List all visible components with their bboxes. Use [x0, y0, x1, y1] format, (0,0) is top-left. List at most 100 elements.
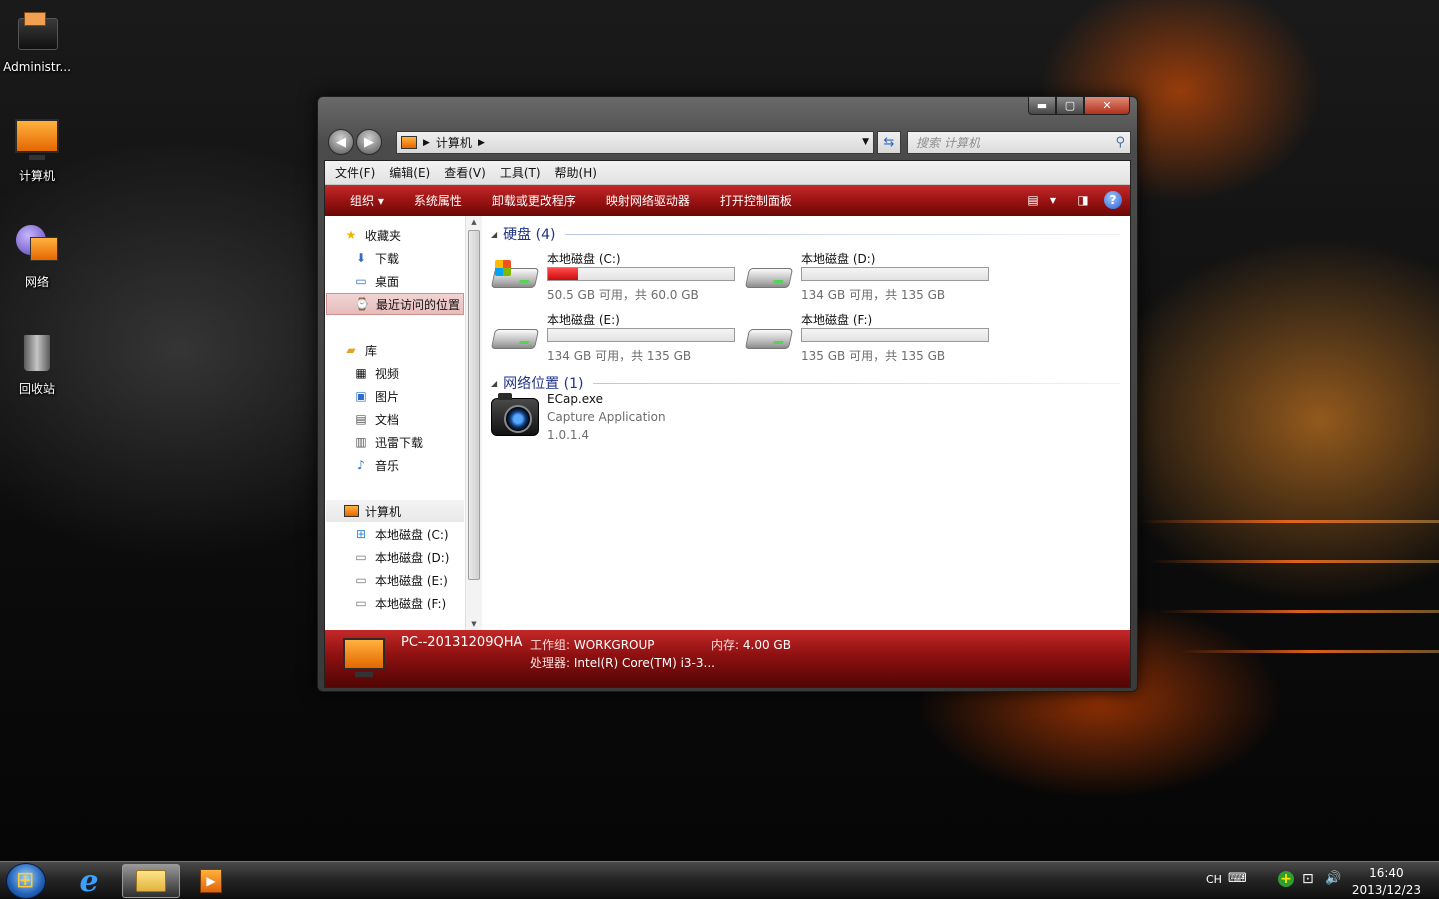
- nav-recent-places[interactable]: ⌚ 最近访问的位置: [326, 293, 464, 315]
- collapse-icon[interactable]: ◢: [491, 379, 497, 388]
- minimize-button[interactable]: ▬: [1028, 97, 1056, 115]
- menu-edit[interactable]: 编辑(E): [383, 164, 436, 181]
- computer-icon: [343, 503, 359, 519]
- volume-icon[interactable]: 🔊: [1325, 871, 1341, 886]
- address-location[interactable]: 计算机: [436, 134, 472, 151]
- scrollbar-thumb[interactable]: [468, 230, 480, 580]
- address-bar[interactable]: ▶ 计算机 ▶ ▼: [396, 131, 874, 154]
- divider: [593, 382, 1120, 384]
- menu-view[interactable]: 查看(V): [438, 164, 492, 181]
- nav-documents-label: 文档: [375, 412, 400, 427]
- nav-drive-f-label: 本地磁盘 (F:): [375, 596, 447, 611]
- drive-usage-bar: [801, 328, 989, 342]
- collapse-icon[interactable]: ◢: [491, 230, 497, 239]
- nav-drive-d[interactable]: ▭ 本地磁盘 (D:): [353, 546, 449, 568]
- nav-libraries[interactable]: ▰ 库: [343, 339, 377, 361]
- nav-thunder-label: 迅雷下载: [375, 435, 424, 450]
- menu-help[interactable]: 帮助(H): [549, 164, 603, 181]
- drive-f[interactable]: 本地磁盘 (F:) 135 GB 可用，共 135 GB: [744, 311, 995, 367]
- refresh-button[interactable]: ⇆: [877, 131, 901, 154]
- menu-file[interactable]: 文件(F): [329, 164, 381, 181]
- nav-thunder-downloads[interactable]: ▥ 迅雷下载: [353, 431, 423, 453]
- nav-libraries-label: 库: [365, 343, 378, 358]
- nav-drive-e[interactable]: ▭ 本地磁盘 (E:): [353, 569, 447, 591]
- system-clock[interactable]: 16:40 2013/12/23: [1352, 865, 1421, 899]
- network-item-ecap[interactable]: ECap.exe Capture Application 1.0.1.4: [491, 392, 741, 452]
- explorer-window[interactable]: ▬ ▢ ✕ ◀ ▶ ▶ 计算机 ▶ ▼ ⇆ 搜索 计算机 ⚲ 文件(F) 编辑(…: [317, 96, 1138, 692]
- open-control-panel-button[interactable]: 打开控制面板: [705, 192, 807, 209]
- computer-icon: [401, 136, 417, 149]
- nav-videos[interactable]: ▦ 视频: [353, 362, 399, 384]
- organize-button[interactable]: 组织 ▾: [335, 192, 399, 209]
- details-pane: PC--20131209QHA 工作组: WORKGROUP 内存: 4.00 …: [325, 630, 1130, 687]
- maximize-button[interactable]: ▢: [1056, 97, 1084, 115]
- drive-d[interactable]: 本地磁盘 (D:) 134 GB 可用，共 135 GB: [744, 250, 995, 306]
- chevron-down-icon[interactable]: ▼: [1044, 191, 1062, 209]
- keyboard-icon[interactable]: ⌨: [1228, 871, 1247, 886]
- taskbar: e ▶ CH ⌨ + ⊡ 🔊 16:40 2013/12/23: [0, 861, 1439, 899]
- view-options-icon[interactable]: ▤: [1024, 191, 1042, 209]
- drive-name: 本地磁盘 (C:): [547, 252, 621, 266]
- nav-drive-c-label: 本地磁盘 (C:): [375, 527, 449, 542]
- command-bar: 组织 ▾ 系统属性 卸载或更改程序 映射网络驱动器 打开控制面板 ▤ ▼ ◨ ?: [325, 185, 1130, 216]
- map-network-drive-button[interactable]: 映射网络驱动器: [591, 192, 705, 209]
- pc-name: PC--20131209QHA: [401, 635, 523, 650]
- search-icon[interactable]: ⚲: [1115, 135, 1125, 150]
- nav-drive-d-label: 本地磁盘 (D:): [375, 550, 450, 565]
- nav-favorites[interactable]: ★ 收藏夹: [343, 224, 401, 246]
- refresh-icon: ⇆: [883, 135, 895, 150]
- help-icon[interactable]: ?: [1104, 191, 1122, 209]
- desktop-icon-recycle-bin[interactable]: 回收站: [0, 330, 74, 397]
- light-streak: [1160, 610, 1439, 613]
- nav-computer[interactable]: 计算机: [326, 500, 464, 522]
- chevron-down-icon[interactable]: ▼: [862, 137, 869, 147]
- nav-drive-f[interactable]: ▭ 本地磁盘 (F:): [353, 592, 446, 614]
- nav-music-label: 音乐: [375, 458, 400, 473]
- nav-drive-c[interactable]: ⊞ 本地磁盘 (C:): [353, 523, 449, 545]
- group-header-drives[interactable]: ◢ 硬盘 (4): [491, 224, 1120, 244]
- recycle-bin-icon: [14, 330, 60, 376]
- group-title: 网络位置 (1): [503, 376, 584, 392]
- desktop-icon-network[interactable]: 网络: [0, 223, 74, 290]
- taskbar-internet-explorer[interactable]: e: [60, 864, 118, 899]
- back-button[interactable]: ◀: [328, 129, 354, 155]
- nav-computer-label: 计算机: [365, 504, 402, 519]
- navigation-pane: ★ 收藏夹 ⬇ 下载 ▭ 桌面 ⌚ 最近访问的位置 ▰ 库 ▦ 视频 ▣ 图片 …: [325, 216, 465, 630]
- forward-button[interactable]: ▶: [356, 129, 382, 155]
- chevron-right-icon[interactable]: ▶: [478, 138, 485, 148]
- close-button[interactable]: ✕: [1084, 97, 1130, 115]
- add-icon[interactable]: +: [1278, 871, 1294, 887]
- system-properties-button[interactable]: 系统属性: [399, 192, 477, 209]
- network-icon: [14, 223, 60, 269]
- taskbar-windows-explorer[interactable]: [122, 864, 180, 898]
- nav-downloads-label: 下载: [375, 251, 400, 266]
- language-indicator[interactable]: CH: [1206, 873, 1222, 886]
- recent-places-icon: ⌚: [354, 297, 370, 311]
- hard-drive-icon: ▭: [355, 596, 367, 610]
- nav-pictures-label: 图片: [375, 389, 400, 404]
- start-button[interactable]: [6, 863, 46, 899]
- drive-e[interactable]: 本地磁盘 (E:) 134 GB 可用，共 135 GB: [490, 311, 741, 367]
- drive-usage-bar: [547, 328, 735, 342]
- scroll-up-icon[interactable]: ▲: [466, 218, 482, 226]
- taskbar-media-player[interactable]: ▶: [182, 864, 240, 898]
- search-input[interactable]: 搜索 计算机 ⚲: [907, 131, 1131, 154]
- drive-c[interactable]: 本地磁盘 (C:) 50.5 GB 可用，共 60.0 GB: [490, 250, 741, 306]
- nav-desktop[interactable]: ▭ 桌面: [353, 270, 399, 292]
- group-header-network[interactable]: ◢ 网络位置 (1): [491, 373, 1120, 393]
- menu-tools[interactable]: 工具(T): [494, 164, 547, 181]
- nav-documents[interactable]: ▤ 文档: [353, 408, 399, 430]
- divider: [565, 233, 1120, 235]
- network-status-icon[interactable]: ⊡: [1302, 871, 1314, 887]
- scroll-down-icon[interactable]: ▼: [466, 620, 482, 628]
- desktop-icon-computer[interactable]: 计算机: [0, 117, 74, 184]
- app-version: 1.0.1.4: [547, 428, 589, 442]
- preview-pane-icon[interactable]: ◨: [1074, 191, 1092, 209]
- nav-music[interactable]: ♪ 音乐: [353, 454, 399, 476]
- nav-pictures[interactable]: ▣ 图片: [353, 385, 399, 407]
- nav-downloads[interactable]: ⬇ 下载: [353, 247, 399, 269]
- nav-pane-scrollbar[interactable]: ▲ ▼: [465, 216, 482, 630]
- drive-free-space: 134 GB 可用，共 135 GB: [801, 288, 946, 302]
- uninstall-program-button[interactable]: 卸载或更改程序: [477, 192, 591, 209]
- desktop-icon-administrator[interactable]: Administr...: [0, 10, 74, 74]
